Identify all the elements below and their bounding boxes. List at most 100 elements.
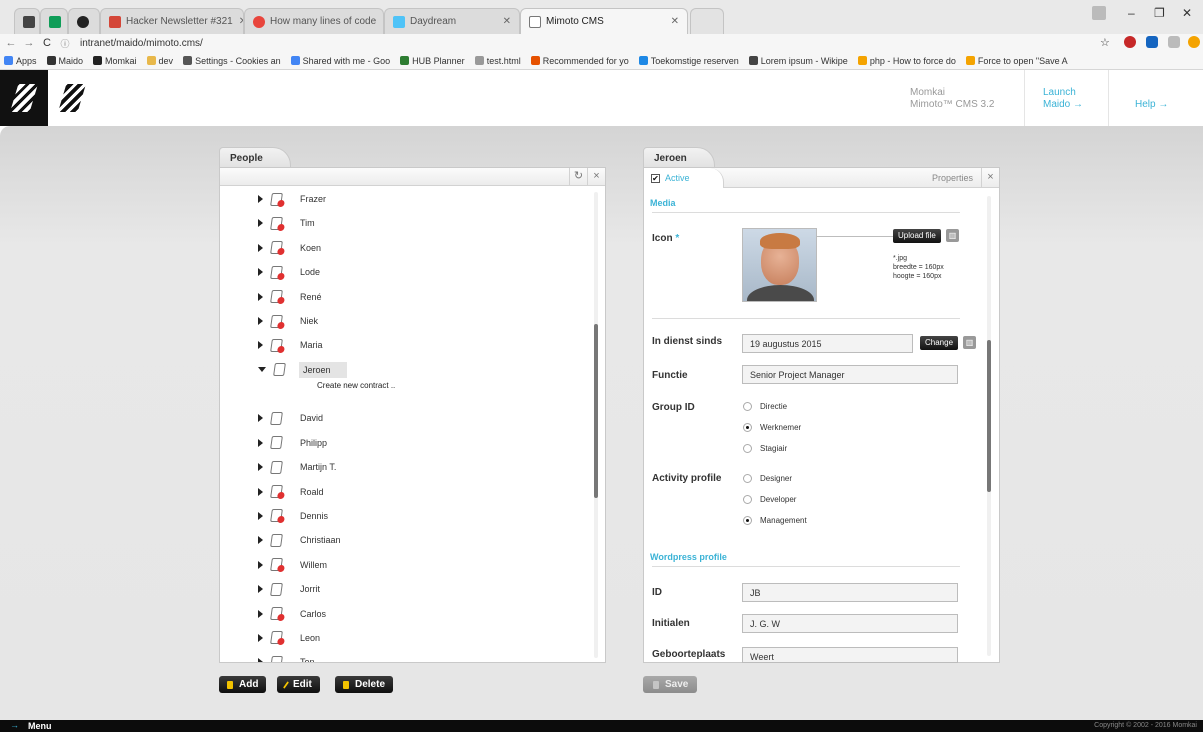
menu-link[interactable]: Menu [28, 721, 52, 731]
chevron-right-icon[interactable] [258, 463, 263, 472]
upload-file-button[interactable]: Upload file [893, 229, 941, 243]
refresh-icon[interactable]: ↻ [569, 168, 587, 185]
extension-icon[interactable] [1188, 36, 1200, 48]
extension-icon[interactable] [1146, 36, 1158, 48]
browser-tab-maido[interactable] [14, 8, 40, 34]
change-date-button[interactable]: Change [920, 336, 959, 350]
radio-button[interactable] [743, 516, 752, 525]
chevron-right-icon[interactable] [258, 438, 263, 447]
tree-item-person[interactable]: René [258, 288, 326, 306]
tree-item-person[interactable]: Jeroen [258, 361, 347, 379]
url-field[interactable]: intranet/maido/mimoto.cms/ [80, 38, 203, 49]
bookmark-item[interactable]: Maido [46, 56, 83, 66]
tree-item-person[interactable]: Dennis [258, 507, 332, 525]
radio-button[interactable] [743, 402, 752, 411]
chevron-right-icon[interactable] [258, 511, 263, 520]
bookmark-item[interactable]: Shared with me - Goo [290, 56, 390, 66]
chevron-right-icon[interactable] [258, 243, 263, 252]
radio-button[interactable] [743, 423, 752, 432]
browser-tab-mimoto[interactable]: Mimoto CMS ✕ [520, 8, 688, 34]
add-button[interactable]: Add [219, 676, 267, 693]
tree-item-person[interactable]: Jorrit [258, 580, 324, 598]
chevron-right-icon[interactable] [258, 585, 263, 594]
close-tab-icon[interactable]: ✕ [665, 16, 679, 27]
browser-tab-github[interactable] [68, 8, 100, 34]
browser-tab-hacker-newsletter[interactable]: Hacker Newsletter #321✕ [100, 8, 244, 34]
chevron-right-icon[interactable] [258, 219, 263, 228]
tree-item-person[interactable]: Martijn T. [258, 458, 340, 476]
close-tab-icon[interactable]: ✕ [233, 16, 243, 27]
active-checkbox[interactable]: ✔ [651, 173, 660, 183]
tree-item-person[interactable]: Leon [258, 629, 324, 647]
detail-scrollbar-thumb[interactable] [987, 340, 991, 492]
radio-option[interactable]: Management [743, 516, 807, 525]
bookmark-item[interactable]: Settings - Cookies an [183, 56, 281, 66]
chevron-right-icon[interactable] [258, 560, 263, 569]
close-tab-icon[interactable]: ✕ [497, 16, 511, 27]
id-field[interactable]: JB [742, 583, 958, 602]
chevron-right-icon[interactable] [258, 341, 263, 350]
radio-option[interactable]: Designer [743, 474, 792, 483]
extension-icon[interactable] [1168, 36, 1180, 48]
new-tab-button[interactable] [690, 8, 724, 34]
radio-button[interactable] [743, 444, 752, 453]
radio-button[interactable] [743, 474, 752, 483]
radio-option[interactable]: Directie [743, 402, 787, 411]
in-dienst-date-field[interactable]: 19 augustus 2015 [742, 334, 913, 353]
close-window-icon[interactable]: ✕ [1182, 6, 1192, 20]
chevron-right-icon[interactable] [258, 292, 263, 301]
chevron-down-icon[interactable] [258, 367, 266, 373]
restore-icon[interactable]: ❐ [1154, 6, 1165, 20]
ublock-icon[interactable] [1124, 36, 1136, 48]
properties-tab[interactable]: Properties [932, 173, 973, 183]
chevron-right-icon[interactable] [258, 536, 263, 545]
edit-button[interactable]: Edit [277, 676, 320, 693]
tree-item-person[interactable]: Ton [258, 653, 319, 662]
geboorteplaats-field[interactable]: Weert [742, 647, 958, 663]
radio-option[interactable]: Stagiair [743, 444, 787, 453]
bookmark-item[interactable]: Momkai [93, 56, 137, 66]
tree-item-person[interactable]: Koen [258, 239, 325, 257]
bookmark-item[interactable]: php - How to force do [857, 56, 956, 66]
radio-button[interactable] [743, 495, 752, 504]
bookmark-item[interactable]: Apps [4, 56, 37, 66]
close-tab-icon[interactable]: ✕ [376, 16, 383, 27]
bookmark-item[interactable]: test.html [474, 56, 521, 66]
tree-item-person[interactable]: Niek [258, 312, 322, 330]
chevron-right-icon[interactable] [258, 317, 263, 325]
active-toggle[interactable]: ✔ Active [644, 168, 724, 188]
browser-tab-daydream[interactable]: Daydream ✕ [384, 8, 520, 34]
reload-icon[interactable]: C [40, 37, 54, 49]
tree-item-person[interactable]: Maria [258, 336, 327, 354]
minimize-icon[interactable]: – [1128, 6, 1135, 20]
menu-logo-icon[interactable] [0, 70, 48, 126]
detail-panel-tab[interactable]: Jeroen [643, 147, 715, 167]
bookmark-item[interactable]: Recommended for yo [530, 56, 629, 66]
close-panel-icon[interactable]: × [587, 168, 605, 185]
tree-item-person[interactable]: Lode [258, 263, 324, 281]
tree-item-person[interactable]: Christiaan [258, 531, 345, 549]
tree-item-person[interactable]: Roald [258, 483, 328, 501]
initialen-field[interactable]: J. G. W [742, 614, 958, 633]
chevron-right-icon[interactable] [258, 609, 263, 618]
star-icon[interactable]: ☆ [1100, 36, 1112, 49]
chevron-right-icon[interactable] [258, 658, 263, 662]
functie-field[interactable]: Senior Project Manager [742, 365, 958, 384]
bookmark-item[interactable]: HUB Planner [400, 56, 465, 66]
close-panel-icon[interactable]: × [981, 168, 999, 187]
tree-item-person[interactable]: Carlos [258, 605, 330, 623]
forward-icon[interactable]: → [22, 37, 36, 49]
browser-tab-lines-of-code[interactable]: How many lines of code✕ [244, 8, 384, 34]
bookmark-item[interactable]: Force to open "Save A [965, 56, 1068, 66]
chevron-right-icon[interactable] [258, 487, 263, 496]
chevron-right-icon[interactable] [258, 414, 263, 423]
back-icon[interactable]: ← [4, 37, 18, 49]
launch-maido-link[interactable]: Launch Maido → [1043, 87, 1083, 111]
radio-option[interactable]: Developer [743, 495, 796, 504]
save-button[interactable]: Save [643, 676, 697, 693]
profile-icon[interactable] [1092, 6, 1106, 20]
tree-item-person[interactable]: Willem [258, 556, 331, 574]
radio-option[interactable]: Werknemer [743, 423, 801, 432]
tree-item-person[interactable]: Frazer [258, 190, 330, 208]
delete-icon-trash-icon[interactable]: ▥ [946, 229, 959, 242]
